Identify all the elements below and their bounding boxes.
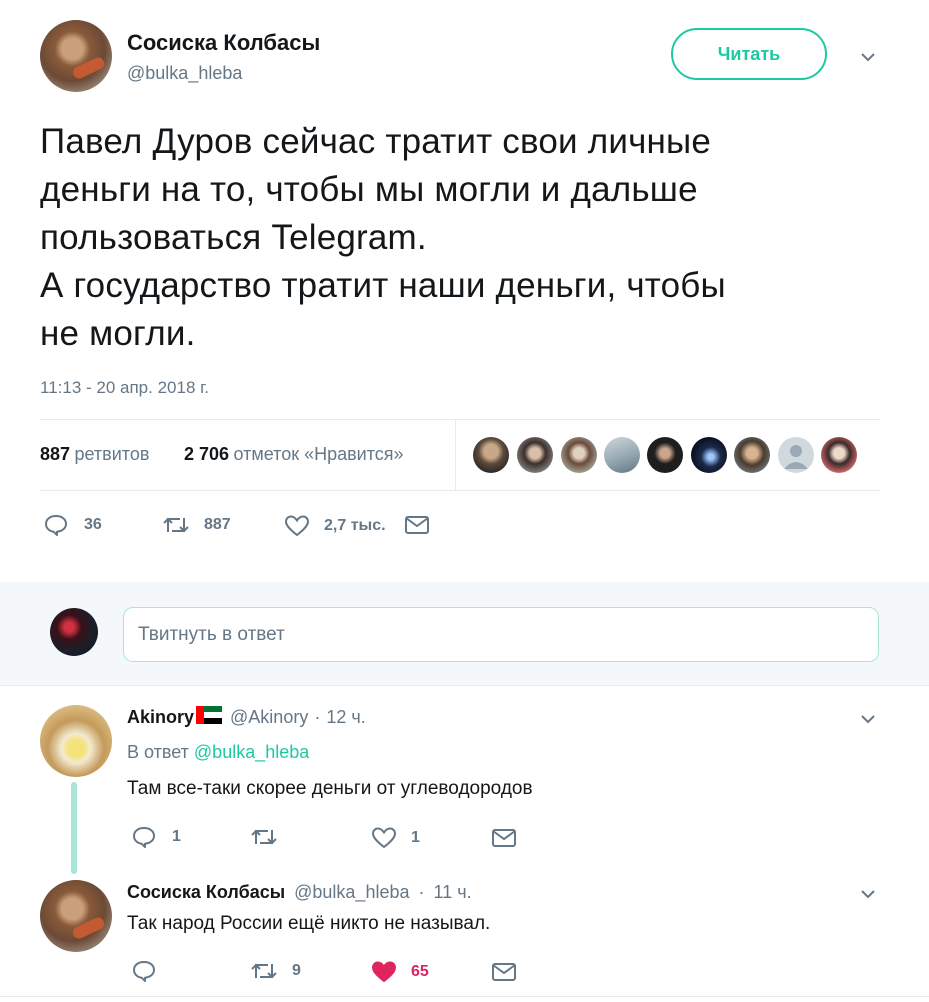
- reply-header: Сосиска Колбасы @bulka_hleba · 11 ч.: [127, 882, 472, 903]
- heart-icon: [284, 515, 310, 537]
- default-avatar-icon: [784, 445, 808, 469]
- reply-header: Akinory @Akinory · 12 ч.: [127, 705, 366, 728]
- in-reply-handle[interactable]: @bulka_hleba: [194, 742, 309, 762]
- reply-input[interactable]: Твитнуть в ответ: [123, 607, 879, 662]
- reply-time[interactable]: 11 ч.: [434, 882, 472, 902]
- retweet-action[interactable]: 887: [162, 514, 231, 536]
- retweet-icon: [251, 963, 277, 979]
- author-avatar[interactable]: [40, 20, 112, 92]
- likes-count: 2 706: [184, 444, 230, 464]
- retweets-label: ретвитов: [74, 444, 150, 464]
- liker-avatar[interactable]: [821, 437, 857, 473]
- in-reply-prefix: В ответ: [127, 742, 189, 762]
- reply-text: Так народ России ещё никто не называл.: [127, 913, 491, 934]
- reply-action[interactable]: [132, 960, 172, 982]
- like-action[interactable]: 65: [371, 960, 429, 984]
- reply-action[interactable]: 1: [132, 826, 181, 848]
- reply-icon: [45, 515, 67, 536]
- retweet-count: 887: [204, 516, 231, 533]
- liker-avatar[interactable]: [778, 437, 814, 473]
- heart-filled-icon: [371, 961, 397, 983]
- author-name[interactable]: Сосиска Колбасы: [127, 30, 320, 56]
- retweet-action[interactable]: [250, 826, 292, 848]
- liker-avatar[interactable]: [473, 437, 509, 473]
- reply-time[interactable]: 12 ч.: [326, 707, 365, 728]
- tweet-text-line: деньги на то, чтобы мы могли и дальше: [40, 170, 698, 209]
- liker-avatar[interactable]: [604, 437, 640, 473]
- retweet-count: 9: [292, 962, 301, 979]
- reply-author-handle[interactable]: @bulka_hleba: [294, 882, 409, 902]
- divider: [40, 419, 880, 420]
- reply-author-avatar[interactable]: [40, 880, 112, 952]
- tweet-text-line: не могли.: [40, 314, 196, 353]
- likes-stat[interactable]: 2 706 отметок «Нравится»: [184, 444, 404, 465]
- liker-avatar[interactable]: [561, 437, 597, 473]
- like-count: 1: [411, 829, 420, 846]
- divider: [40, 490, 880, 491]
- direct-message-icon[interactable]: [491, 961, 517, 983]
- separator: ·: [314, 707, 321, 727]
- in-reply-to: В ответ @bulka_hleba: [127, 742, 309, 763]
- reply-author-name[interactable]: Akinory: [127, 707, 194, 728]
- tweet-text: Павел Дуров сейчас тратит свои личные де…: [40, 118, 900, 358]
- follow-button[interactable]: Читать: [671, 28, 827, 80]
- liker-avatar[interactable]: [691, 437, 727, 473]
- like-action[interactable]: 1: [371, 826, 420, 850]
- heart-icon: [371, 827, 397, 849]
- reply-action[interactable]: 36: [44, 514, 102, 536]
- reply-author-name[interactable]: Сосиска Колбасы: [127, 882, 285, 902]
- reply-author-avatar[interactable]: [40, 705, 112, 777]
- direct-message-icon[interactable]: [404, 514, 430, 536]
- thread-line: [71, 782, 77, 874]
- chevron-down-icon[interactable]: [861, 50, 875, 64]
- tweet-text-line: А государство тратит наши деньги, чтобы: [40, 266, 726, 305]
- chevron-down-icon[interactable]: [861, 712, 875, 726]
- chevron-down-icon[interactable]: [861, 887, 875, 901]
- liker-avatar[interactable]: [734, 437, 770, 473]
- direct-message-icon[interactable]: [491, 827, 517, 849]
- retweet-icon: [163, 517, 189, 533]
- reply-text: Там все-таки скорее деньги от углеводоро…: [127, 778, 533, 799]
- retweets-count: 887: [40, 444, 71, 464]
- tweet-text-line: Павел Дуров сейчас тратит свои личные: [40, 122, 712, 161]
- like-count: 65: [411, 963, 429, 980]
- tweet-text-line: пользоваться Telegram.: [40, 218, 427, 257]
- like-count: 2,7 тыс.: [324, 517, 386, 534]
- like-action[interactable]: 2,7 тыс.: [284, 514, 386, 538]
- liker-avatar[interactable]: [647, 437, 683, 473]
- reply-icon: [133, 827, 155, 848]
- retweets-stat[interactable]: 887 ретвитов: [40, 444, 149, 465]
- reply-count: 36: [84, 516, 102, 533]
- retweet-action[interactable]: 9: [250, 960, 301, 982]
- uae-flag-icon: [196, 705, 223, 724]
- liker-avatar[interactable]: [517, 437, 553, 473]
- reply-author-handle[interactable]: @Akinory: [230, 707, 308, 728]
- divider: [0, 996, 929, 997]
- stats-divider: [455, 420, 456, 490]
- reply-icon: [133, 961, 155, 982]
- separator: ·: [418, 882, 425, 902]
- current-user-avatar[interactable]: [50, 608, 98, 656]
- divider: [0, 685, 929, 686]
- reply-count: 1: [172, 828, 181, 845]
- tweet-timestamp[interactable]: 11:13 - 20 апр. 2018 г.: [40, 378, 209, 398]
- author-handle[interactable]: @bulka_hleba: [127, 63, 242, 84]
- retweet-icon: [251, 829, 277, 845]
- likes-label: отметок «Нравится»: [233, 444, 404, 464]
